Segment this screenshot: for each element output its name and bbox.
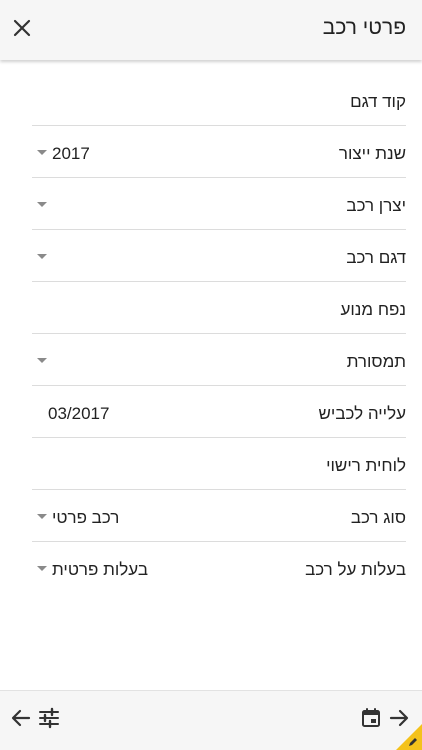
vehicle-type-dropdown[interactable]: רכב פרטי סוג רכב <box>32 490 406 542</box>
dropdown-arrow-icon <box>37 202 47 207</box>
dropdown-arrow-icon <box>37 254 47 259</box>
vehicle-model-dropdown[interactable]: דגם רכב <box>32 230 406 282</box>
calendar-button[interactable] <box>358 705 384 731</box>
field-value: רכב פרטי <box>52 508 120 527</box>
filter-sliders-icon <box>39 707 59 729</box>
filter-button[interactable] <box>36 705 62 731</box>
field-value: בעלות פרטית <box>52 560 148 579</box>
model-code-field[interactable]: קוד דגם <box>32 74 406 126</box>
dropdown-arrow-icon <box>37 358 47 363</box>
road-date-field[interactable]: 03/2017 עלייה לכביש <box>32 386 406 438</box>
back-arrow-icon <box>11 709 31 727</box>
dropdown-arrow-icon <box>37 566 47 571</box>
vehicle-ownership-dropdown[interactable]: בעלות פרטית בעלות על רכב <box>32 542 406 594</box>
dropdown-arrow-icon <box>37 150 47 155</box>
field-label: בעלות על רכב <box>305 560 406 579</box>
field-label: יצרן רכב <box>346 196 406 215</box>
field-value: 03/2017 <box>48 404 110 423</box>
field-label: נפח מנוע <box>340 300 406 319</box>
field-label: תמסורת <box>346 352 406 371</box>
license-plate-field[interactable]: לוחית רישוי <box>32 438 406 490</box>
close-icon <box>13 19 31 37</box>
bottom-toolbar <box>0 690 422 750</box>
top-app-bar: פרטי רכב <box>0 0 422 60</box>
vehicle-details-form: קוד דגם 2017 שנת ייצור יצרן רכב דגם רכב … <box>0 74 422 594</box>
calendar-icon <box>362 708 380 727</box>
manufacture-year-dropdown[interactable]: 2017 שנת ייצור <box>32 126 406 178</box>
field-label: דגם רכב <box>346 248 406 267</box>
field-value: 2017 <box>52 144 90 163</box>
dropdown-arrow-icon <box>37 514 47 519</box>
engine-volume-field[interactable]: נפח מנוע <box>32 282 406 334</box>
field-label: סוג רכב <box>350 508 406 527</box>
manufacturer-dropdown[interactable]: יצרן רכב <box>32 178 406 230</box>
close-button[interactable] <box>8 14 36 42</box>
field-label: שנת ייצור <box>338 144 406 163</box>
field-label: עלייה לכביש <box>318 404 406 423</box>
edit-pencil-icon <box>409 738 417 746</box>
field-label: קוד דגם <box>350 92 406 111</box>
page-title: פרטי רכב <box>322 16 406 39</box>
field-label: לוחית רישוי <box>326 456 406 475</box>
transmission-dropdown[interactable]: תמסורת <box>32 334 406 386</box>
back-button[interactable] <box>8 705 34 731</box>
